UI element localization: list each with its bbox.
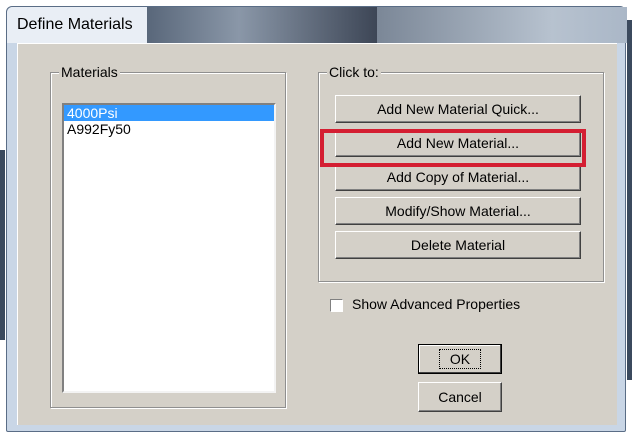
- ok-button[interactable]: OK: [418, 344, 502, 374]
- show-advanced-properties-checkbox[interactable]: [330, 299, 343, 312]
- add-copy-of-material-button[interactable]: Add Copy of Material...: [335, 163, 581, 191]
- window-edge-left: [0, 150, 5, 340]
- highlight-box: [320, 129, 586, 167]
- click-to-group: Click to: Add New Material Quick... Add …: [318, 64, 604, 282]
- materials-group: Materials 4000Psi A992Fy50: [50, 64, 286, 408]
- cancel-button[interactable]: Cancel: [418, 382, 502, 412]
- modify-show-material-button[interactable]: Modify/Show Material...: [335, 197, 581, 225]
- materials-listbox[interactable]: 4000Psi A992Fy50: [62, 103, 276, 393]
- material-item-4000psi[interactable]: 4000Psi: [64, 105, 274, 121]
- title-bar-shade: [147, 7, 377, 43]
- show-advanced-properties-label: Show Advanced Properties: [352, 296, 521, 312]
- click-to-group-label: Click to:: [327, 64, 381, 80]
- window-title: Define Materials: [17, 16, 133, 33]
- add-new-material-quick-button[interactable]: Add New Material Quick...: [335, 95, 581, 123]
- dialog-body: Materials 4000Psi A992Fy50 Click to: Add…: [17, 43, 617, 425]
- window-edge-right: [627, 20, 632, 380]
- ok-button-label: OK: [438, 349, 482, 369]
- materials-group-label: Materials: [59, 64, 120, 80]
- delete-material-button[interactable]: Delete Material: [335, 231, 581, 259]
- material-item-a992fy50[interactable]: A992Fy50: [64, 121, 274, 137]
- title-bar[interactable]: Define Materials: [7, 7, 627, 43]
- title-bar-right: [377, 7, 627, 43]
- define-materials-window: Define Materials Materials 4000Psi A992F…: [6, 6, 627, 432]
